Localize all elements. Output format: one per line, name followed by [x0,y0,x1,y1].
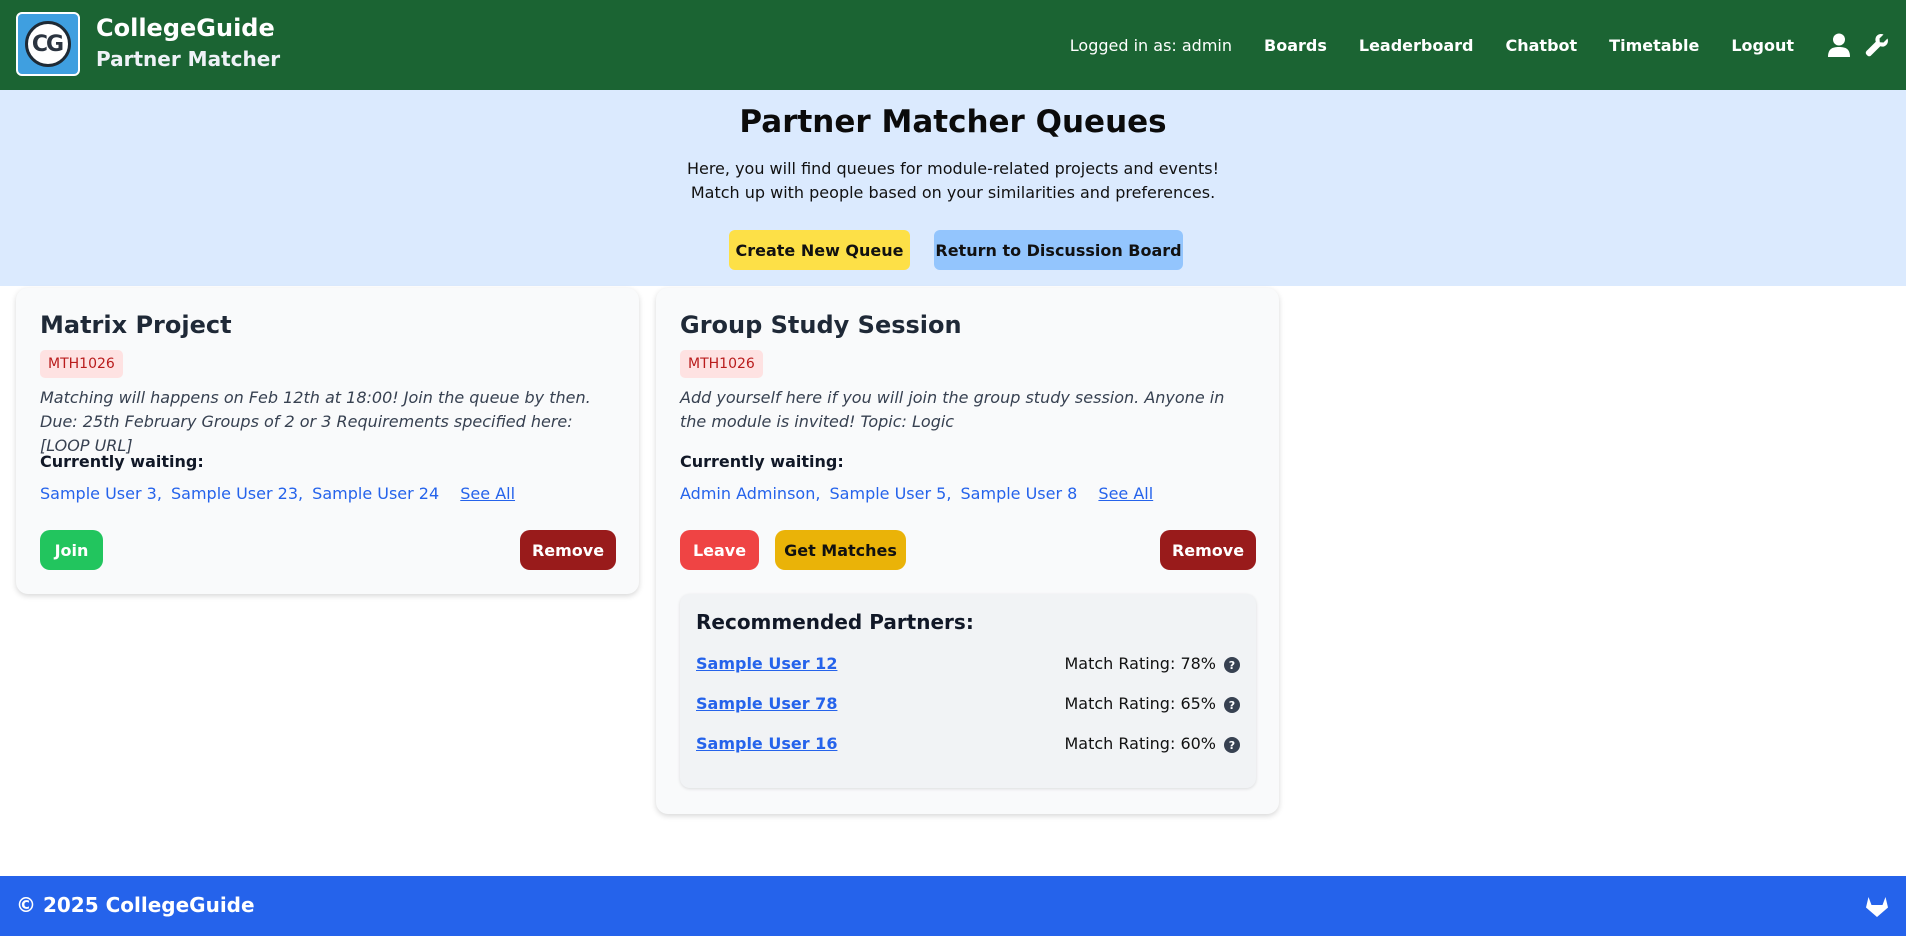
remove-button[interactable]: Remove [520,530,616,570]
partner-row: Sample User 16 Match Rating: 60% ? [696,734,1240,758]
logo-text: CG [31,31,64,57]
nav-logout[interactable]: Logout [1731,36,1794,55]
waiting-user-link[interactable]: Sample User 3, [40,484,162,503]
waiting-user-link[interactable]: Admin Adminson, [680,484,820,503]
module-tag: MTH1026 [680,350,763,378]
logo-circle: CG [25,21,71,67]
help-icon[interactable]: ? [1224,737,1240,753]
waiting-user-link[interactable]: Sample User 8 [961,484,1078,503]
login-status: Logged in as: admin [1069,35,1233,55]
logo[interactable]: CG [16,12,80,76]
waiting-user-link[interactable]: Sample User 5, [830,484,952,503]
get-matches-button[interactable]: Get Matches [775,530,906,570]
match-rating: Match Rating: 65% [1064,694,1216,713]
match-rating: Match Rating: 60% [1064,734,1216,753]
partner-row: Sample User 12 Match Rating: 78% ? [696,654,1240,678]
waiting-user-link[interactable]: Sample User 23, [171,484,303,503]
see-all-link[interactable]: See All [460,484,515,503]
remove-button[interactable]: Remove [1160,530,1256,570]
hero-section: Partner Matcher Queues Here, you will fi… [0,90,1906,286]
nav-leaderboard[interactable]: Leaderboard [1359,36,1474,55]
waiting-label: Currently waiting: [40,452,204,471]
waiting-user-link[interactable]: Sample User 24 [312,484,439,503]
queue-description: Matching will happens on Feb 12th at 18:… [40,388,591,455]
recommended-title: Recommended Partners: [696,610,974,634]
return-to-board-button[interactable]: Return to Discussion Board [934,230,1183,270]
hero-description-line-2: Match up with people based on your simil… [690,183,1216,202]
recommended-partners-panel: Recommended Partners: Sample User 12 Mat… [680,594,1256,788]
nav-chatbot[interactable]: Chatbot [1506,36,1578,55]
gitlab-icon[interactable] [1864,893,1890,919]
waiting-list: Sample User 3, Sample User 23, Sample Us… [40,484,515,503]
wrench-icon[interactable] [1864,32,1890,58]
partner-link[interactable]: Sample User 78 [696,694,837,713]
footer: © 2025 CollegeGuide [0,876,1906,936]
queue-title: Matrix Project [40,311,232,339]
module-tag: MTH1026 [40,350,123,378]
waiting-label: Currently waiting: [680,452,844,471]
hero-description-line-1: Here, you will find queues for module-re… [686,159,1220,178]
help-icon[interactable]: ? [1224,697,1240,713]
queue-card-group-study: Group Study Session MTH1026 Add yourself… [656,288,1279,814]
top-navbar: CG CollegeGuide Partner Matcher Logged i… [0,0,1906,90]
join-button[interactable]: Join [40,530,103,570]
queue-title: Group Study Session [680,311,962,339]
nav-boards[interactable]: Boards [1264,36,1327,55]
queue-card-matrix-project: Matrix Project MTH1026 Matching will hap… [16,288,639,594]
see-all-link[interactable]: See All [1098,484,1153,503]
brand-title[interactable]: CollegeGuide [96,14,275,42]
page-title: Partner Matcher Queues [739,104,1167,140]
partner-row: Sample User 78 Match Rating: 65% ? [696,694,1240,718]
nav-menu: Logged in as: admin Boards Leaderboard C… [1070,0,1906,90]
partner-link[interactable]: Sample User 12 [696,654,837,673]
match-rating: Match Rating: 78% [1064,654,1216,673]
partner-link[interactable]: Sample User 16 [696,734,837,753]
footer-copyright: © 2025 CollegeGuide [16,893,255,917]
nav-timetable[interactable]: Timetable [1609,36,1699,55]
leave-button[interactable]: Leave [680,530,759,570]
user-icon[interactable] [1826,32,1852,58]
help-icon[interactable]: ? [1224,657,1240,673]
waiting-list: Admin Adminson, Sample User 5, Sample Us… [680,484,1153,503]
queue-description: Add yourself here if you will join the g… [680,388,1225,431]
brand-subtitle: Partner Matcher [96,47,281,71]
create-queue-button[interactable]: Create New Queue [729,230,910,270]
